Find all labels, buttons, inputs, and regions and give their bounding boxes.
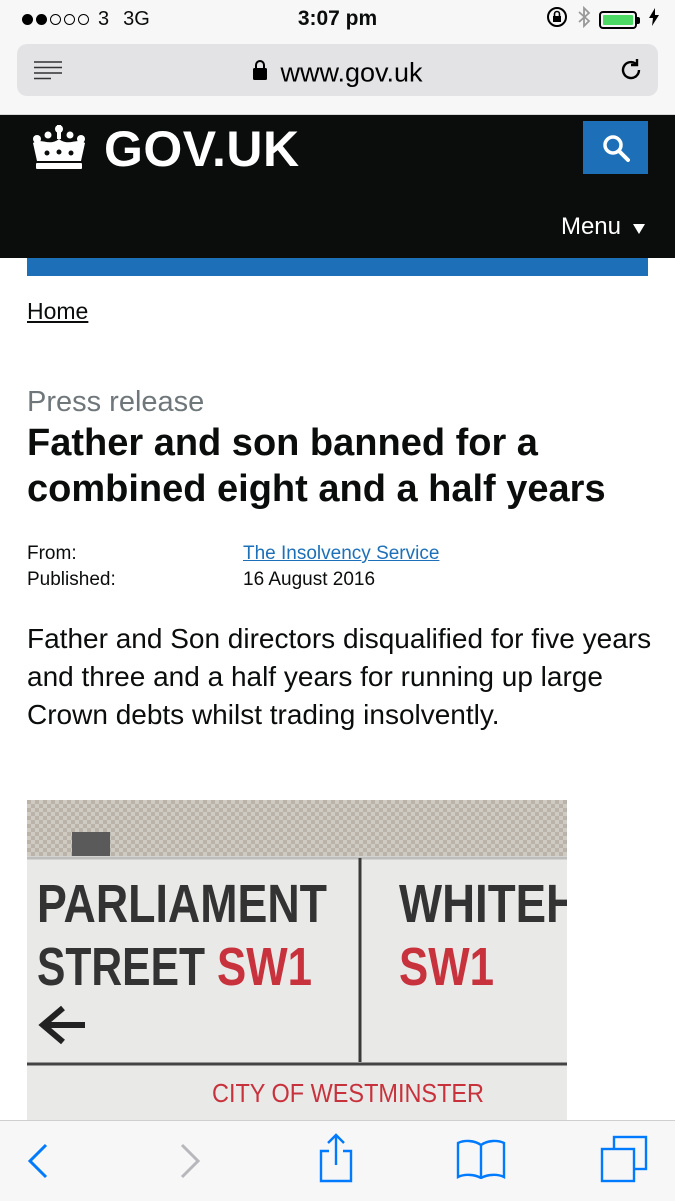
from-label: From: xyxy=(27,543,77,564)
sign-left-line1: PARLIAMENT xyxy=(37,874,327,934)
menu-triangle-icon xyxy=(633,213,645,241)
url-field[interactable]: www.gov.uk xyxy=(17,44,658,96)
breadcrumb-home-link[interactable]: Home xyxy=(27,298,88,325)
browser-toolbar xyxy=(0,1120,675,1201)
back-icon[interactable] xyxy=(26,1143,50,1184)
article-summary: Father and Son directors disqualified fo… xyxy=(27,623,652,730)
bookmarks-icon[interactable] xyxy=(456,1139,506,1184)
street-sign-image: PARLIAMENT STREET SW1 WHITEH SW1 CITY OF… xyxy=(27,800,567,1130)
url-text: www.gov.uk xyxy=(280,57,423,88)
share-icon[interactable] xyxy=(318,1133,354,1188)
organisation-link[interactable]: The Insolvency Service xyxy=(243,543,439,565)
search-icon xyxy=(602,134,630,167)
header-blue-bar xyxy=(27,258,648,276)
menu-label: Menu xyxy=(560,213,621,240)
published-date: 16 August 2016 xyxy=(243,569,376,590)
forward-icon[interactable] xyxy=(178,1143,202,1184)
sign-right-line1: WHITEH xyxy=(399,874,567,934)
url-display[interactable]: www.gov.uk xyxy=(17,56,658,88)
search-button[interactable] xyxy=(583,121,648,174)
menu-button[interactable]: Menu xyxy=(561,213,645,241)
govuk-header: GOV.UK Menu xyxy=(0,115,675,258)
crown-icon xyxy=(27,123,91,176)
published-label: Published: xyxy=(27,569,116,590)
sign-left-code: SW1 xyxy=(217,937,312,997)
status-bar: 3 3G 3:07 pm xyxy=(0,0,675,38)
battery-icon xyxy=(599,10,640,29)
page-title: Father and son banned for a combined eig… xyxy=(27,422,606,510)
tabs-icon[interactable] xyxy=(600,1135,648,1188)
document-type: Press release xyxy=(27,386,205,418)
govuk-logo-text: GOV.UK xyxy=(104,121,300,177)
sign-right-code: SW1 xyxy=(399,937,494,997)
charging-icon xyxy=(649,8,659,31)
sign-left-line2: STREET xyxy=(37,937,205,997)
rotation-lock-icon xyxy=(545,6,569,33)
lock-icon xyxy=(252,57,268,88)
browser-address-bar: www.gov.uk xyxy=(0,38,675,115)
status-icons xyxy=(545,5,659,33)
sign-footer: CITY OF WESTMINSTER xyxy=(212,1078,484,1108)
govuk-logo-link[interactable]: GOV.UK xyxy=(27,115,317,185)
bluetooth-icon xyxy=(577,5,591,33)
reload-icon[interactable] xyxy=(618,57,644,88)
